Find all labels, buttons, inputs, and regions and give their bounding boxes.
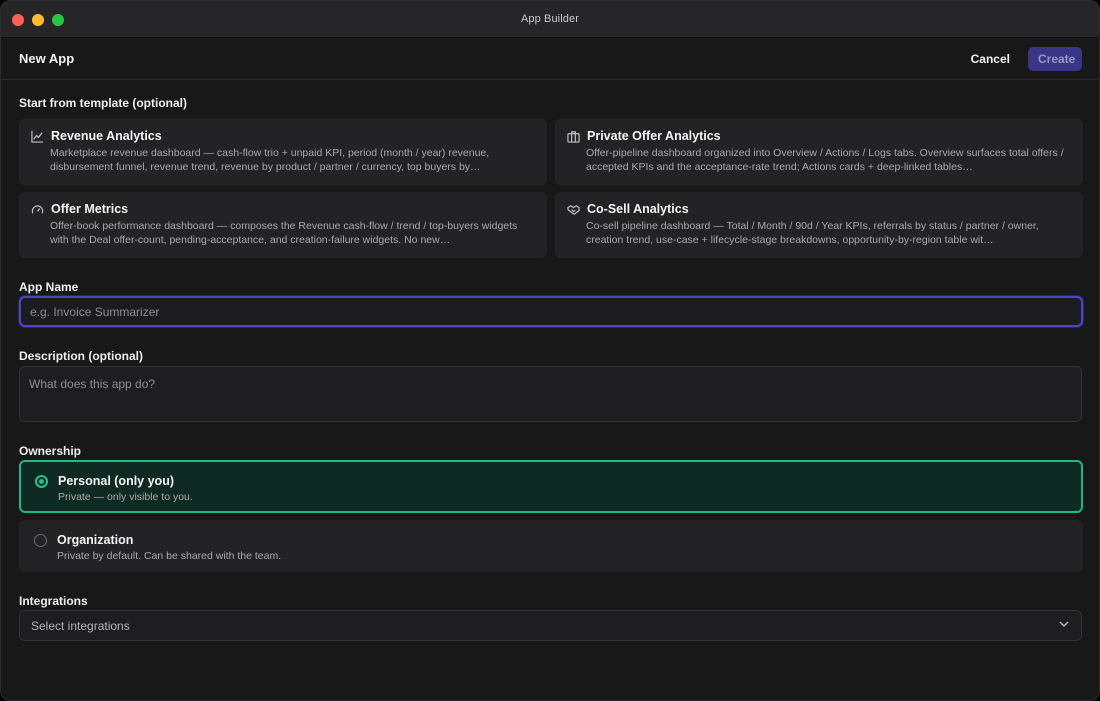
template-description: Marketplace revenue dashboard — cash-flo…: [50, 147, 490, 173]
maximize-window-button[interactable]: [52, 14, 64, 26]
description-label: Description (optional): [19, 349, 143, 363]
template-title: Private Offer Analytics: [587, 129, 721, 143]
window-controls: [12, 14, 64, 26]
template-card-revenue-analytics[interactable]: Revenue Analytics Marketplace revenue da…: [19, 119, 547, 185]
template-card-co-sell-analytics[interactable]: Co-Sell Analytics Co-sell pipeline dashb…: [555, 192, 1083, 258]
template-card-offer-metrics[interactable]: Offer Metrics Offer-book performance das…: [19, 192, 547, 258]
app-name-label: App Name: [19, 280, 79, 294]
ownership-option-title: Organization: [57, 533, 134, 547]
line-chart-icon: [30, 129, 44, 143]
ownership-option-title: Personal (only you): [58, 474, 174, 488]
template-title: Co-Sell Analytics: [587, 202, 689, 216]
page-title: New App: [19, 51, 75, 66]
new-app-form: Start from template (optional) Revenue A…: [1, 80, 1099, 700]
page-header: New App Cancel Create: [1, 38, 1099, 80]
cancel-button[interactable]: Cancel: [965, 48, 1016, 70]
briefcase-icon: [566, 129, 580, 143]
ownership-option-organization[interactable]: Organization Private by default. Can be …: [19, 520, 1083, 572]
header-actions: Cancel Create: [965, 46, 1082, 71]
ownership-option-subtitle: Private by default. Can be shared with t…: [57, 550, 282, 562]
window-title: App Builder: [521, 13, 579, 25]
template-card-private-offer-analytics[interactable]: Private Offer Analytics Offer-pipeline d…: [555, 119, 1083, 185]
template-description: Co-sell pipeline dashboard — Total / Mon…: [586, 220, 1039, 246]
integrations-label: Integrations: [19, 594, 88, 608]
template-description: Offer-book performance dashboard — compo…: [50, 220, 518, 246]
chevron-down-icon: [1058, 617, 1070, 635]
app-name-input[interactable]: [19, 296, 1083, 327]
gauge-icon: [30, 202, 44, 216]
close-window-button[interactable]: [12, 14, 24, 26]
integrations-placeholder: Select integrations: [31, 618, 130, 633]
ownership-option-personal[interactable]: Personal (only you) Private — only visib…: [19, 460, 1083, 513]
app-builder-window: App Builder New App Cancel Create Start …: [0, 0, 1100, 701]
templates-label: Start from template (optional): [19, 96, 188, 110]
title-bar: App Builder: [1, 1, 1099, 38]
radio-selected[interactable]: [35, 475, 48, 488]
integrations-select[interactable]: Select integrations: [19, 610, 1082, 641]
template-title: Offer Metrics: [51, 202, 129, 216]
handshake-icon: [566, 202, 580, 216]
ownership-label: Ownership: [19, 444, 82, 458]
ownership-option-subtitle: Private — only visible to you.: [58, 491, 193, 503]
minimize-window-button[interactable]: [32, 14, 44, 26]
radio-unselected[interactable]: [34, 534, 47, 547]
template-title: Revenue Analytics: [51, 129, 162, 143]
create-button[interactable]: Create: [1028, 46, 1082, 71]
description-textarea[interactable]: [19, 366, 1082, 422]
template-description: Offer-pipeline dashboard organized into …: [586, 147, 1064, 173]
template-grid: Revenue Analytics Marketplace revenue da…: [19, 119, 1083, 258]
